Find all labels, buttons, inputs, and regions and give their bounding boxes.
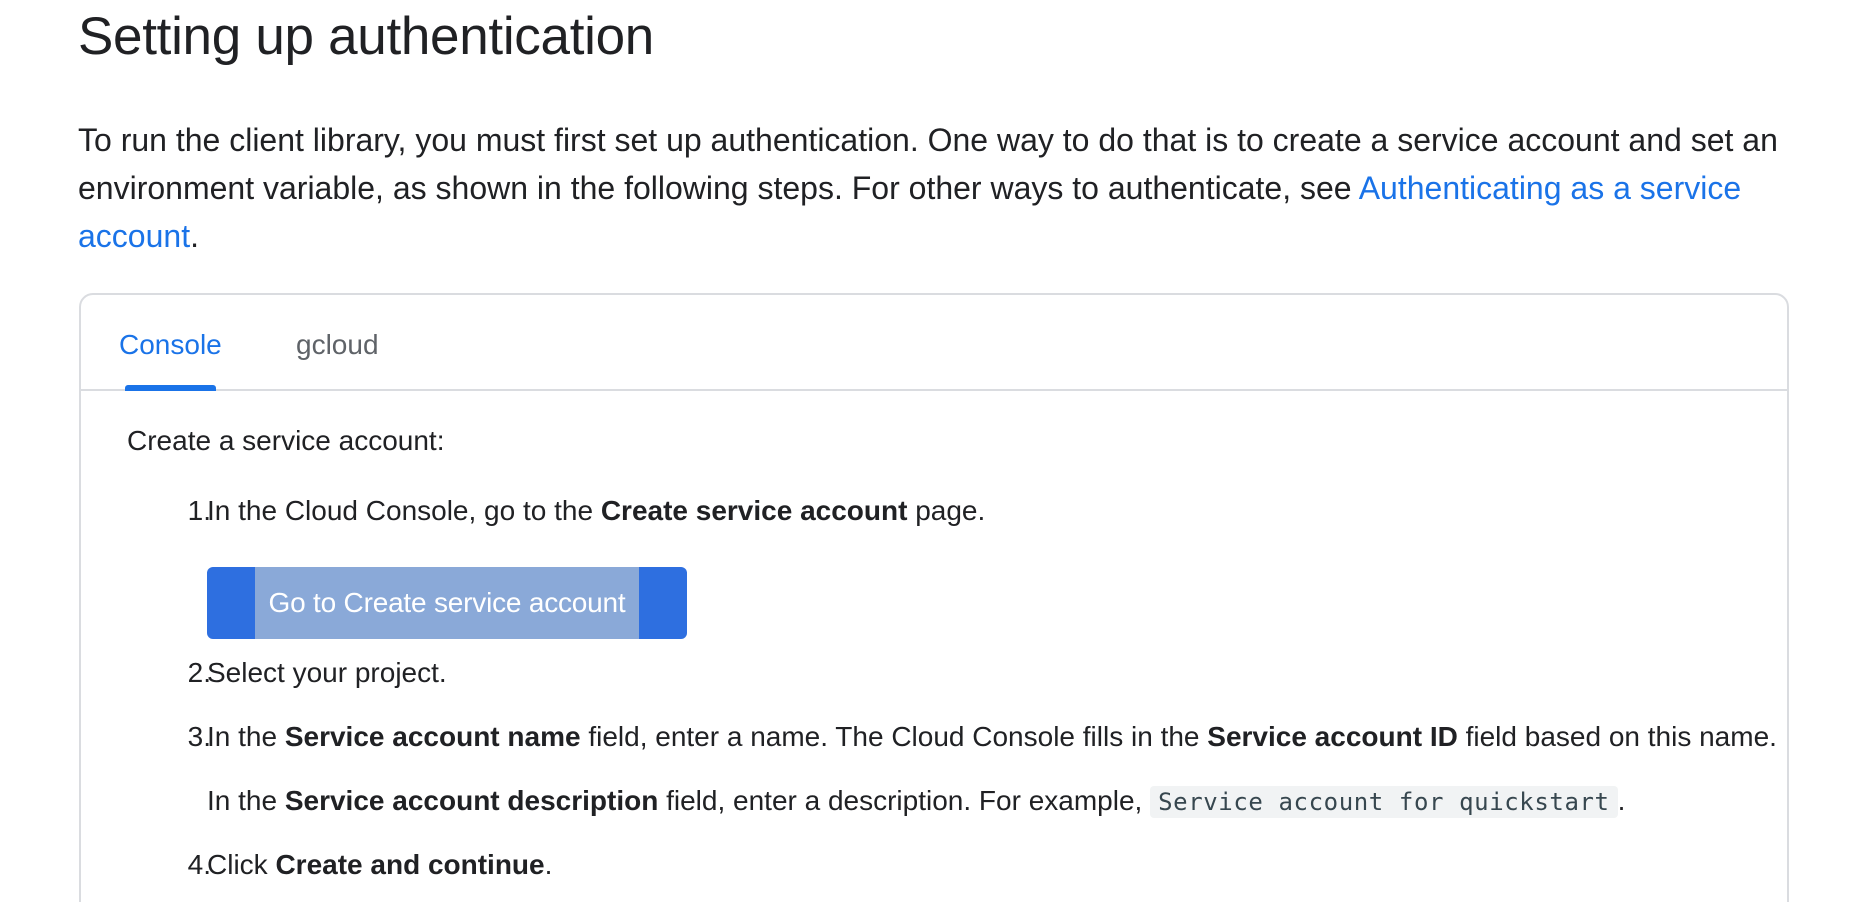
step-1-text-after: page.	[907, 495, 986, 526]
step-text: In the Service account name field, enter…	[207, 717, 1777, 757]
step-text: Select your project.	[207, 657, 447, 688]
step-number: 1.	[187, 495, 211, 526]
active-tab-indicator	[125, 385, 216, 391]
step-4-bold: Create and continue	[275, 849, 545, 880]
step-4-text-before: Click	[207, 849, 276, 880]
step-3-sub-bold: Service account description	[284, 785, 659, 816]
step-3-sub-text-a: In the	[207, 785, 285, 816]
step-text: In the Service account description field…	[207, 781, 1625, 822]
step-4-text-after: .	[544, 849, 553, 880]
page-title: Setting up authentication	[78, 7, 654, 66]
step-3-sub-text-b: field, enter a description. For example,	[658, 785, 1151, 816]
step-1-text-before: In the Cloud Console, go to the	[207, 495, 601, 526]
documentation-page: Setting up authentication To run the cli…	[0, 0, 1864, 902]
intro-end: .	[190, 218, 199, 254]
example-description-code: Service account for quickstart	[1150, 786, 1618, 818]
auth-tab-panel: Console gcloud Create a service account:…	[79, 293, 1789, 902]
step-number: 2.	[187, 657, 211, 688]
step-number: 4.	[187, 849, 211, 880]
tab-bar: Console gcloud	[81, 295, 1787, 391]
step-3-text-b: field, enter a name. The Cloud Console f…	[580, 721, 1208, 752]
go-to-create-service-account-button[interactable]: Go to Create service account	[207, 567, 687, 639]
step-3-bold-b: Service account ID	[1207, 721, 1458, 752]
tab-console[interactable]: Console	[119, 325, 222, 365]
step-text: Click Create and continue.	[207, 845, 552, 885]
step-3-text-c: field based on this name.	[1457, 721, 1777, 752]
step-number: 3.	[187, 721, 211, 752]
step-3-text-a: In the	[207, 721, 285, 752]
step-3-bold-a: Service account name	[284, 721, 581, 752]
step-text: In the Cloud Console, go to the Create s…	[207, 491, 985, 531]
step-1-bold: Create service account	[600, 495, 908, 526]
tab-gcloud[interactable]: gcloud	[296, 325, 379, 365]
create-service-account-intro: Create a service account:	[127, 425, 445, 456]
step-3-sub-text-c: .	[1617, 785, 1626, 816]
intro-paragraph: To run the client library, you must firs…	[78, 116, 1798, 260]
button-label: Go to Create service account	[255, 567, 639, 639]
